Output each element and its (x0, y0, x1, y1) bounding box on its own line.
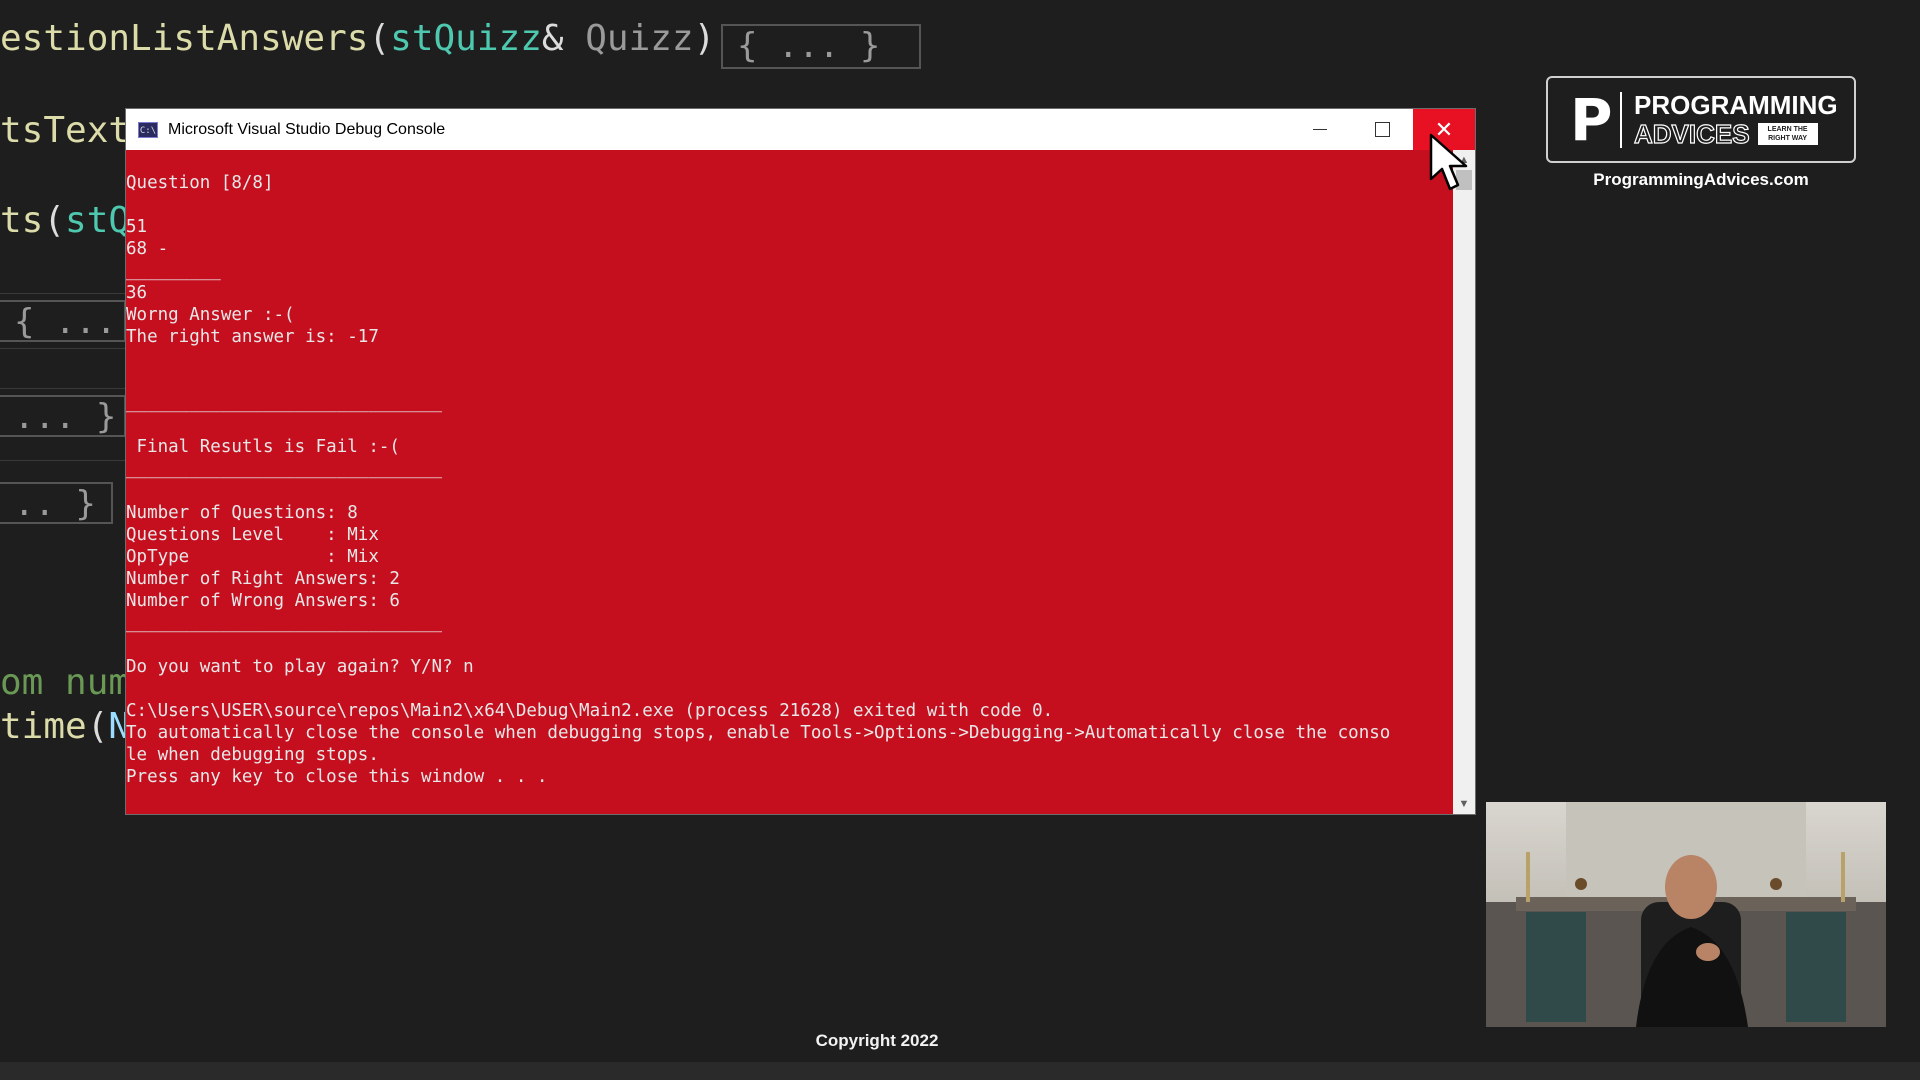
console-line: ______________________________ (126, 613, 443, 633)
console-line: 51 (126, 217, 148, 237)
close-paren: ) (693, 18, 716, 59)
param-type: stQ (65, 200, 131, 241)
console-line (126, 480, 1453, 502)
webcam-image (1486, 802, 1886, 1027)
console-line: OpType : Mix (126, 547, 379, 567)
console-title: Microsoft Visual Studio Debug Console (168, 120, 446, 138)
code-line-3: ts(stQ (0, 200, 130, 241)
reference-operator: & (541, 18, 586, 59)
divider (0, 460, 126, 461)
code-line-time: time(N (0, 706, 130, 747)
console-line: le when debugging stops. (126, 745, 379, 765)
console-scrollbar[interactable]: ▲ ▼ (1453, 150, 1475, 814)
console-line: Number of Right Answers: 2 (126, 569, 400, 589)
code-line-2: tsText (0, 110, 131, 151)
logo-separator (1620, 91, 1622, 148)
console-line: Do you want to play again? Y/N? n (126, 657, 474, 677)
console-line: Final Resutls is Fail :-( (126, 437, 400, 457)
console-line (126, 150, 1453, 172)
function-name: estionListAnswers (0, 18, 369, 59)
collapsed-block-1[interactable]: { ... } (721, 24, 921, 69)
divider (0, 348, 126, 349)
minimize-icon (1313, 128, 1327, 131)
open-paren: ( (86, 706, 109, 747)
param-name: Quizz (585, 18, 694, 59)
console-line: Number of Wrong Answers: 6 (126, 591, 400, 611)
console-line: The right answer is: -17 (126, 327, 379, 347)
logo-word-advices: ADVICES (1633, 118, 1750, 149)
console-line: ______________________________ (126, 393, 443, 413)
console-line: Question [8/8] (126, 173, 274, 193)
programming-advices-logo: P PROGRAMMING ADVICES LEARN THE RIGHT WA… (1546, 76, 1856, 163)
webcam-overlay (1486, 802, 1886, 1027)
maximize-icon (1374, 122, 1390, 137)
console-line (126, 370, 1453, 392)
site-url: ProgrammingAdvices.com (1593, 170, 1809, 189)
console-titlebar[interactable]: C:\ Microsoft Visual Studio Debug Consol… (126, 109, 1475, 150)
collapsed-block-2[interactable]: { ... (0, 300, 126, 342)
console-line: Questions Level : Mix (126, 525, 379, 545)
console-line: _________ (126, 261, 221, 281)
open-paren: ( (368, 18, 391, 59)
console-app-icon: C:\ (138, 121, 158, 138)
console-line: Number of Questions: 8 (126, 503, 358, 523)
code-line-function-signature: estionListAnswers(stQuizz& Quizz) (0, 18, 715, 59)
console-line: To automatically close the console when … (126, 723, 1391, 743)
code-line-comment: om num (0, 662, 131, 703)
divider (0, 293, 126, 294)
open-paren: ( (43, 200, 66, 241)
minimize-button[interactable] (1289, 109, 1351, 150)
scroll-down-icon[interactable]: ▼ (1453, 794, 1475, 814)
mouse-pointer-icon (1429, 133, 1468, 191)
console-line (126, 348, 1453, 370)
console-line: Worng Answer :-( (126, 305, 295, 325)
function-name: time (0, 706, 87, 747)
logo-letter: P (1570, 85, 1613, 154)
logo-tagline: LEARN THE RIGHT WAY (1757, 122, 1818, 145)
console-line: Press any key to close this window . . . (126, 767, 548, 787)
console-line: ______________________________ (126, 459, 443, 479)
copyright-text: Copyright 2022 (815, 1031, 939, 1050)
param-type: stQuizz (390, 18, 542, 59)
console-line (126, 414, 1453, 436)
console-line: C:\Users\USER\source\repos\Main2\x64\Deb… (126, 701, 1054, 721)
logo-word-programming: PROGRAMMING (1634, 89, 1838, 120)
maximize-button[interactable] (1351, 109, 1413, 150)
console-output[interactable]: Question [8/8] 51 68 - _________ 36 Worng Ans… (126, 150, 1453, 814)
console-line (126, 194, 1453, 216)
divider (0, 388, 126, 389)
console-line: 36 (126, 283, 148, 303)
debug-console-window[interactable]: C:\ Microsoft Visual Studio Debug Consol… (126, 109, 1475, 814)
console-line (126, 634, 1453, 656)
collapsed-block-4[interactable]: .. } (0, 482, 113, 524)
bottom-bar (0, 1062, 1920, 1080)
console-line (126, 678, 1453, 700)
collapsed-block-3[interactable]: ... } (0, 395, 126, 437)
console-line: 68 - (126, 239, 169, 259)
logo-wordmark: PROGRAMMING ADVICES LEARN THE RIGHT WAY (1633, 89, 1838, 150)
function-name: ts (0, 200, 44, 241)
